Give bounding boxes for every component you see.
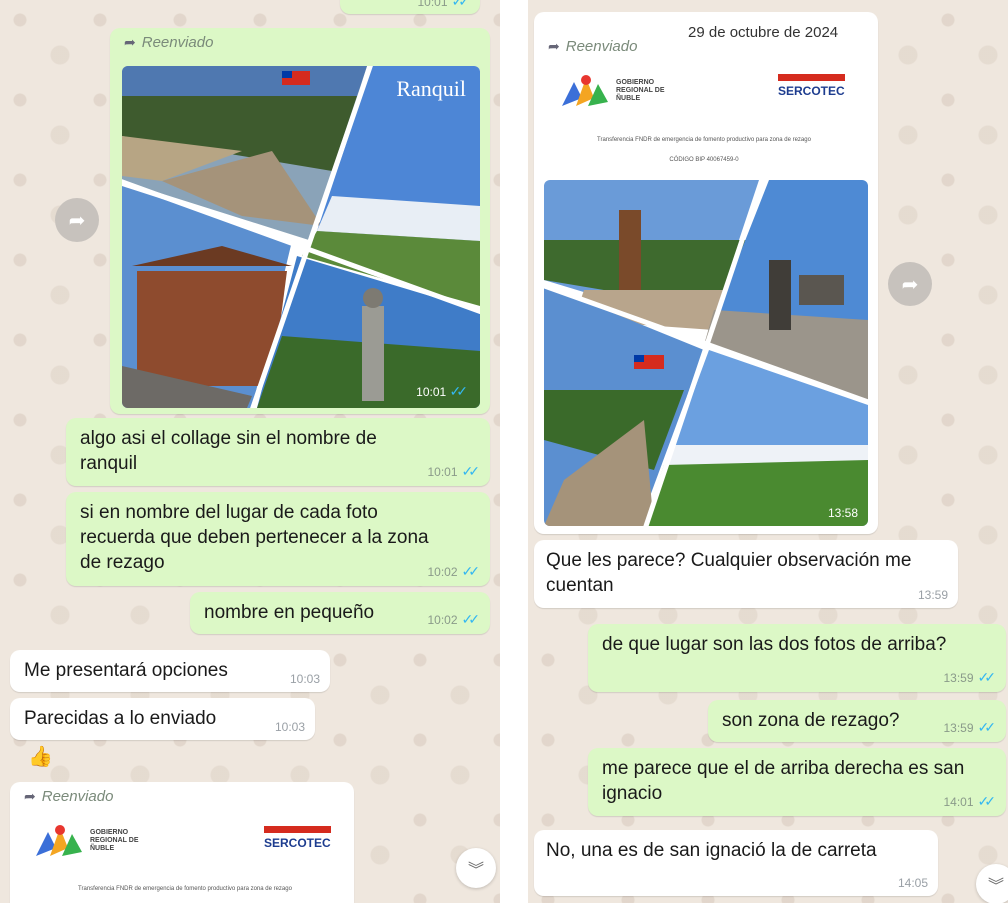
message-bubble-out-1[interactable]: algo asi el collage sin el nombre de ran…: [66, 418, 490, 486]
collage-image[interactable]: 13:58: [544, 180, 868, 526]
message-meta: 10:03: [290, 672, 320, 686]
document-caption: Transferencia FNDR de emergencia de fome…: [78, 886, 292, 892]
collage-image[interactable]: Ranquil 10:01 ✓✓: [122, 66, 480, 408]
message-bubble-in-2[interactable]: Parecidas a lo enviado 10:03: [10, 698, 315, 740]
message-text: son zona de rezago?: [722, 710, 900, 731]
message-meta: 10:02 ✓✓: [428, 611, 481, 628]
forwarded-document-bubble[interactable]: ➦ Reenviado GOBIERNO REGIONAL DE ÑUBLE S…: [534, 12, 878, 534]
message-time: 10:01: [427, 464, 458, 479]
reaction-thumbs-up[interactable]: 👍: [28, 744, 53, 769]
message-text: Me presentará opciones: [24, 660, 228, 681]
double-check-icon: ✓✓: [461, 611, 481, 627]
document-code: CÓDIGO BIP 40067459-0: [669, 157, 739, 163]
gobierno-logo-text: GOBIERNO REGIONAL DE ÑUBLE: [90, 829, 139, 852]
share-icon: ➦: [68, 209, 86, 232]
collage-photos: [544, 180, 868, 526]
message-text: Que les parece? Cualquier observación me…: [546, 550, 912, 596]
message-time: 10:03: [274, 720, 305, 734]
double-check-icon: ✓✓: [977, 793, 997, 809]
double-check-icon: ✓✓: [977, 719, 997, 735]
gobierno-logo-text: GOBIERNO REGIONAL DE ÑUBLE: [616, 79, 665, 102]
gobierno-logo-icon: [36, 825, 82, 856]
chevron-double-down-icon: ︾: [987, 878, 1004, 895]
scroll-down-button[interactable]: ︾: [456, 848, 496, 888]
gobierno-logo-icon: [562, 75, 608, 106]
forward-arrow-icon: ➦: [548, 38, 560, 54]
message-text: No, una es de san ignació la de carreta: [546, 840, 877, 861]
message-bubble-out-2[interactable]: son zona de rezago? 13:59 ✓✓: [708, 700, 1006, 742]
sercotec-logo: SERCOTEC: [264, 826, 331, 850]
forwarded-text: Reenviado: [141, 34, 214, 51]
double-check-icon: ✓✓: [461, 463, 481, 479]
gobierno-regional-logo: GOBIERNO REGIONAL DE ÑUBLE: [560, 72, 672, 110]
forward-arrow-icon: ➦: [24, 788, 36, 804]
message-meta: 14:05: [898, 876, 928, 890]
message-text: Parecidas a lo enviado: [24, 708, 217, 729]
message-bubble-in-1[interactable]: Que les parece? Cualquier observación me…: [534, 540, 958, 608]
share-icon: ➦: [901, 273, 919, 296]
forwarded-image-bubble[interactable]: ➦ Reenviado Ranquil 10:01 ✓✓: [110, 28, 490, 414]
message-text: de que lugar son las dos fotos de arriba…: [602, 634, 947, 655]
message-meta: 13:59: [918, 588, 948, 602]
image-time-text: 10:01: [416, 385, 447, 399]
message-bubble-in-2[interactable]: No, una es de san ignació la de carreta …: [534, 830, 938, 896]
message-text: me parece que el de arriba derecha es sa…: [602, 758, 965, 804]
message-bubble-out-3[interactable]: me parece que el de arriba derecha es sa…: [588, 748, 1006, 816]
message-text: algo asi el collage sin el nombre de ran…: [80, 428, 377, 474]
message-text: nombre en pequeño: [204, 602, 375, 623]
message-time: 14:05: [897, 876, 928, 890]
forwarded-label: ➦ Reenviado: [24, 788, 113, 805]
scroll-down-button[interactable]: ︾: [976, 864, 1008, 903]
message-time: 13:59: [943, 670, 974, 685]
document-caption: Transferencia FNDR de emergencia de fome…: [597, 137, 811, 143]
message-bubble-out-3[interactable]: nombre en pequeño 10:02 ✓✓: [190, 592, 490, 634]
sercotec-logo: SERCOTEC: [778, 74, 845, 98]
message-time: 10:02: [427, 612, 458, 627]
share-button[interactable]: ➦: [55, 198, 99, 242]
share-button[interactable]: ➦: [888, 262, 932, 306]
message-time: 14:01: [943, 794, 974, 809]
message-meta: 13:59 ✓✓: [944, 669, 997, 686]
double-check-icon: ✓✓: [451, 0, 471, 9]
double-check-icon: ✓✓: [977, 669, 997, 685]
collage-title: Ranquil: [396, 76, 466, 101]
previous-message-bubble[interactable]: 10:01 ✓✓: [340, 0, 480, 14]
message-bubble-in-1[interactable]: Me presentará opciones 10:03: [10, 650, 330, 692]
message-text: si en nombre del lugar de cada foto recu…: [80, 502, 429, 573]
message-meta: 10:01 ✓✓: [418, 0, 471, 10]
date-chip: 29 de octubre de 2024: [678, 18, 849, 47]
message-meta: 10:03: [275, 720, 305, 734]
message-meta: 10:02 ✓✓: [428, 563, 481, 580]
message-time: 10:02: [427, 564, 458, 579]
chat-panel-right[interactable]: ➦ Reenviado GOBIERNO REGIONAL DE ÑUBLE S…: [528, 0, 1008, 903]
chevron-double-down-icon: ︾: [467, 862, 484, 879]
collage-photos: [122, 66, 480, 408]
message-meta: 10:01 ✓✓: [428, 463, 481, 480]
message-bubble-out-1[interactable]: de que lugar son las dos fotos de arriba…: [588, 624, 1006, 692]
image-time: 13:58: [827, 506, 858, 520]
message-bubble-out-2[interactable]: si en nombre del lugar de cada foto recu…: [66, 492, 490, 586]
gobierno-regional-logo: GOBIERNO REGIONAL DE ÑUBLE: [34, 822, 142, 860]
message-time: 13:59: [917, 588, 948, 602]
message-time: 13:59: [943, 720, 974, 735]
forwarded-label: ➦ Reenviado: [548, 38, 637, 55]
forwarded-document-bubble[interactable]: ➦ Reenviado GOBIERNO REGIONAL DE ÑUBLE S…: [10, 782, 354, 903]
message-meta: 13:59 ✓✓: [944, 719, 997, 736]
forwarded-text: Reenviado: [565, 38, 638, 55]
forward-arrow-icon: ➦: [124, 34, 136, 50]
double-check-icon: ✓✓: [461, 563, 481, 579]
forwarded-label: ➦ Reenviado: [124, 34, 213, 51]
forwarded-text: Reenviado: [41, 788, 114, 805]
message-time: 10:01: [417, 0, 448, 9]
double-check-icon: ✓✓: [449, 383, 469, 399]
image-time: 10:01 ✓✓: [416, 383, 468, 400]
message-time: 10:03: [289, 672, 320, 686]
chat-panel-left[interactable]: 10:01 ✓✓ ➦ Reenviado Ranquil 10:01 ✓✓ ➦ …: [0, 0, 500, 903]
message-meta: 14:01 ✓✓: [944, 793, 997, 810]
